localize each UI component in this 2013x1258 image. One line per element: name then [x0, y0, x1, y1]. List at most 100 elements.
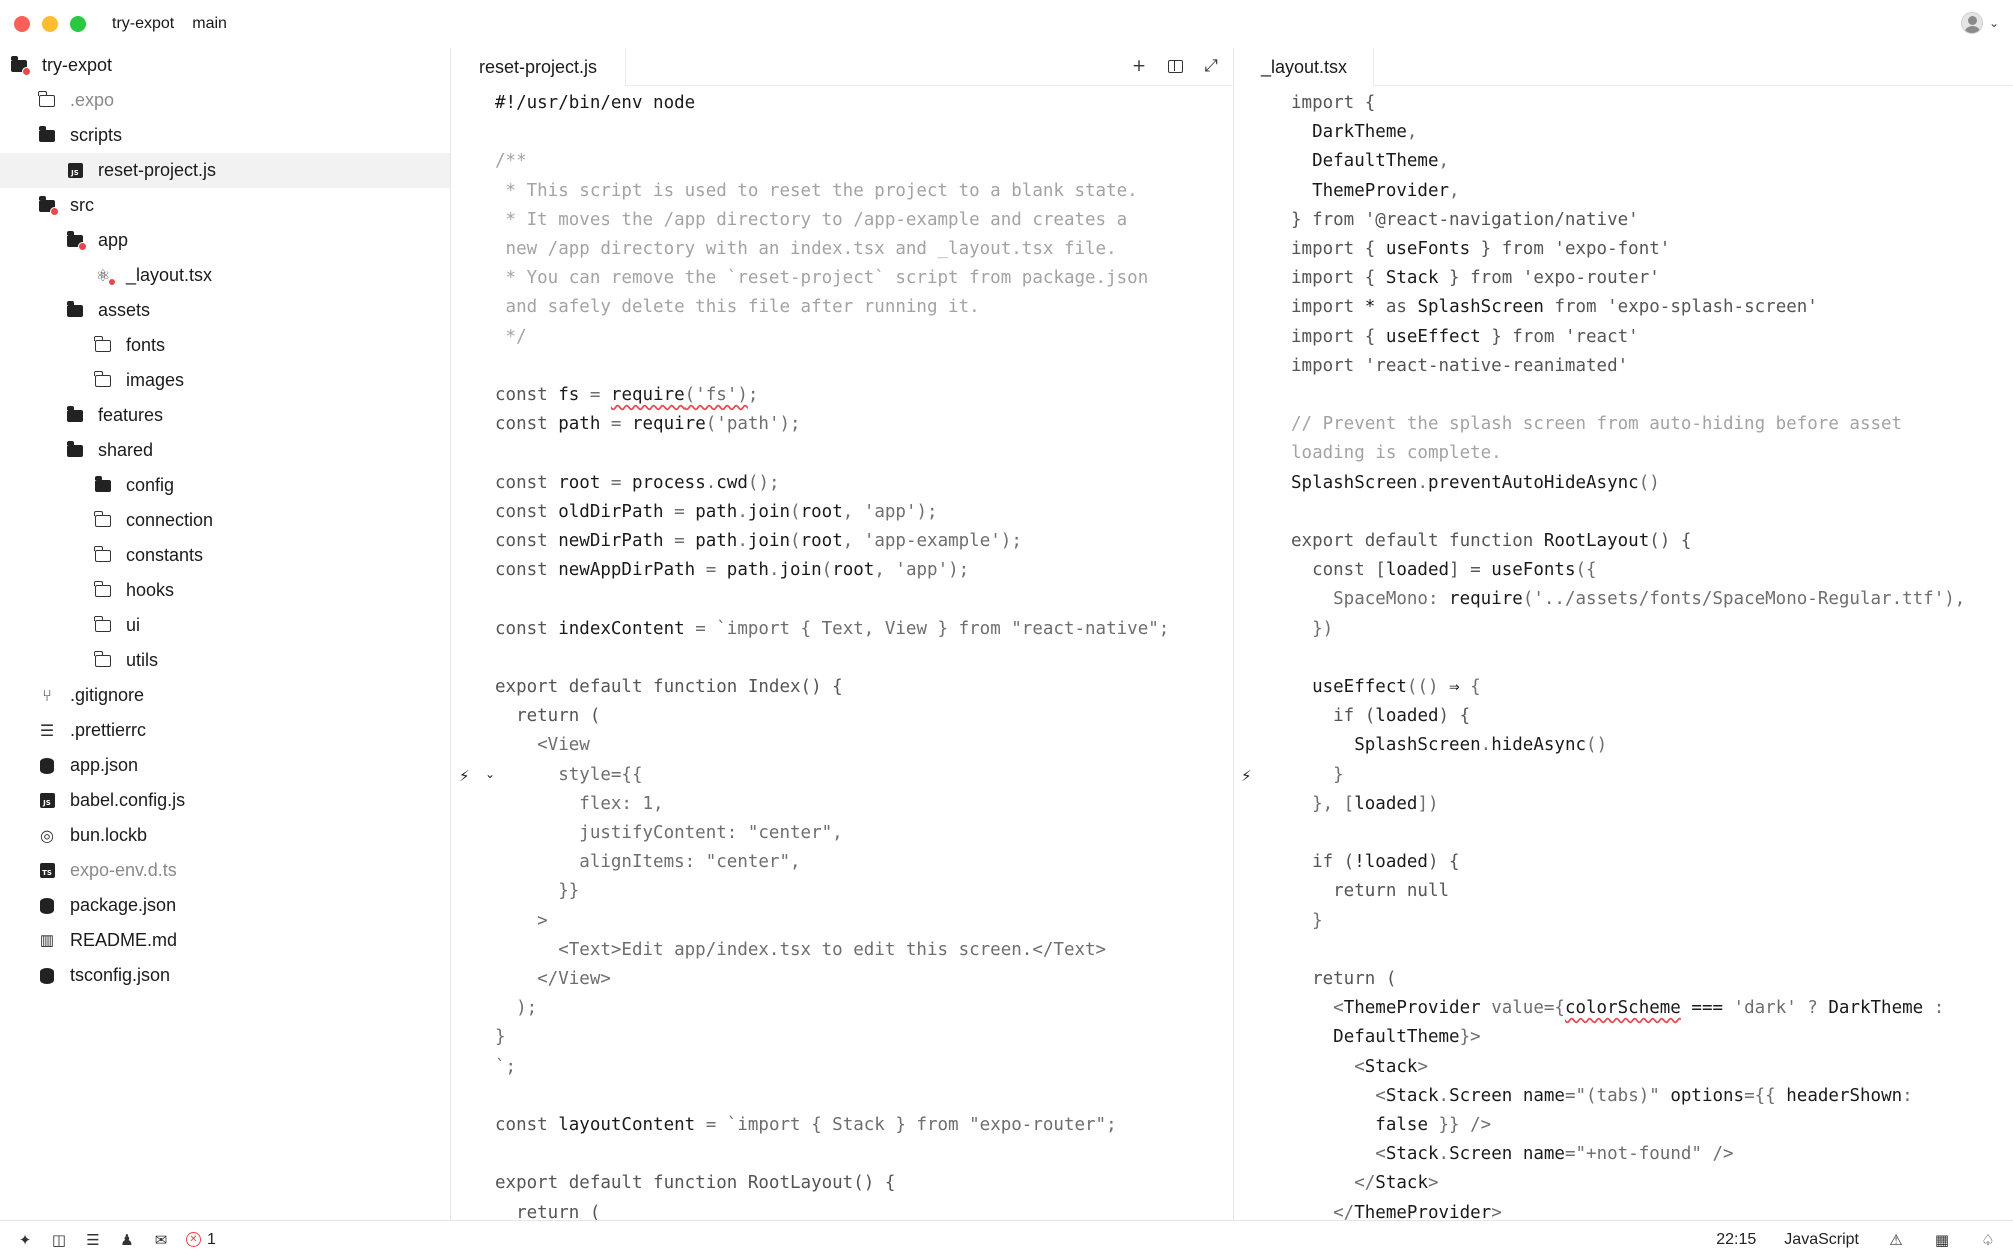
tree-item-label: try-expot — [42, 55, 113, 75]
tree-item[interactable]: app.json — [0, 748, 450, 783]
code-line: import 'react-native-reanimated' — [1291, 352, 1628, 381]
tree-item[interactable]: TS expo-env.d.ts — [0, 853, 450, 888]
lightning-icon[interactable]: ⚡ — [1241, 767, 1252, 785]
bell-icon[interactable]: ♤ — [1979, 1231, 1997, 1249]
project-name[interactable]: try-expot — [112, 15, 174, 33]
code-token: </ — [1291, 1202, 1355, 1220]
code-token: } from 'react' — [1480, 326, 1639, 347]
tree-item[interactable]: images — [0, 363, 450, 398]
tree-item[interactable]: constants — [0, 538, 450, 573]
chat-icon[interactable]: ✉ — [152, 1231, 170, 1249]
code-line: SplashScreen.preventAutoHideAsync() — [1291, 469, 1660, 498]
tree-item[interactable]: JS reset-project.js — [0, 153, 450, 188]
tree-item[interactable]: ui — [0, 608, 450, 643]
folder-open-icon — [38, 125, 56, 145]
code-token: }> — [1459, 1027, 1481, 1048]
code-line: const fs = require('fs'); — [495, 381, 758, 410]
fold-chevron-icon[interactable]: ⌄ — [485, 767, 495, 781]
code-line: */ — [495, 323, 527, 352]
tree-item[interactable]: src — [0, 188, 450, 223]
outline-icon[interactable]: ☰ — [84, 1231, 102, 1249]
code-token: = `import { Text, View } from "react-nat… — [684, 618, 1170, 639]
code-line: // Prevent the splash screen from auto-h… — [1291, 410, 1902, 439]
minimize-window-button[interactable] — [42, 16, 58, 32]
status-bar: ✦ ◫ ☰ ♟ ✉ ✕ 1 22:15 JavaScript ⚠ ▦ ♤ — [0, 1220, 2013, 1258]
tree-item-label: bun.lockb — [70, 825, 148, 845]
close-window-button[interactable] — [14, 16, 30, 32]
tree-item[interactable]: connection — [0, 503, 450, 538]
code-token: ( — [790, 531, 801, 551]
code-line: } — [1291, 761, 1344, 790]
code-token: Stack — [1385, 1085, 1439, 1106]
tree-item[interactable]: ⑂ .gitignore — [0, 678, 450, 713]
code-token: root — [800, 531, 843, 551]
code-token: useFonts — [1385, 239, 1471, 259]
lightning-icon[interactable]: ⚡ — [459, 767, 470, 785]
code-editor[interactable]: ⚡ ⌄ #!/usr/bin/env node /** * This script… — [451, 86, 1233, 1220]
code-line: const [loaded] = useFonts({ — [1291, 556, 1597, 585]
tab-layout[interactable]: _layout.tsx — [1235, 48, 1375, 86]
copilot-icon[interactable]: ⚠ — [1887, 1231, 1905, 1249]
tree-item[interactable]: JS babel.config.js — [0, 783, 450, 818]
tree-item[interactable]: hooks — [0, 573, 450, 608]
status-right: 22:15 JavaScript ⚠ ▦ ♤ — [1716, 1221, 1997, 1258]
tree-item[interactable]: package.json — [0, 888, 450, 923]
tree-item[interactable]: .expo — [0, 83, 450, 118]
code-line: import { useEffect } from 'react' — [1291, 323, 1639, 352]
code-token: </ — [1291, 1173, 1376, 1194]
code-token: { — [1459, 677, 1481, 697]
editor-pane-left: reset-project.js + ⤢ ⚡ ⌄ #!/usr/bin/env … — [451, 48, 1234, 1220]
tree-item[interactable]: ☰ .prettierrc — [0, 713, 450, 748]
code-token: }} /> — [1427, 1115, 1492, 1135]
tree-item[interactable]: scripts — [0, 118, 450, 153]
code-token: Stack — [1375, 1173, 1428, 1194]
cursor-position[interactable]: 22:15 — [1716, 1231, 1756, 1249]
settings-lines-icon: ☰ — [39, 721, 55, 740]
expand-icon[interactable]: ⤢ — [1201, 56, 1221, 76]
account-menu[interactable]: ⌄ — [1960, 12, 1999, 34]
panels-icon[interactable]: ◫ — [50, 1231, 68, 1249]
tree-item[interactable]: tsconfig.json — [0, 958, 450, 993]
tree-item[interactable]: assets — [0, 293, 450, 328]
tree-item[interactable]: shared — [0, 433, 450, 468]
tree-item[interactable]: try-expot — [0, 48, 450, 83]
code-token: require — [610, 385, 685, 405]
code-token: newAppDirPath — [558, 560, 696, 581]
code-line: > — [495, 907, 548, 936]
code-token: options — [1670, 1085, 1745, 1106]
sparkle-icon[interactable]: ✦ — [16, 1231, 34, 1249]
code-token: SplashScreen — [1291, 472, 1418, 493]
split-pane-icon[interactable] — [1165, 56, 1185, 76]
code-token: > — [1417, 1056, 1428, 1077]
tree-item[interactable]: ◎ bun.lockb — [0, 818, 450, 853]
code-token: ="+not-found" /> — [1564, 1144, 1734, 1165]
tab-label: _layout.tsx — [1261, 56, 1348, 77]
code-line: const newDirPath = path.join(root, 'app-… — [495, 527, 1022, 556]
code-token: , — [1449, 180, 1460, 201]
tab-reset-project[interactable]: reset-project.js — [451, 48, 627, 86]
avatar[interactable] — [1960, 12, 1983, 34]
tree-item[interactable]: utils — [0, 643, 450, 678]
terminal-icon[interactable]: ▦ — [1933, 1231, 1951, 1249]
code-token: ] = — [1449, 560, 1492, 581]
code-line: }, [loaded]) — [1291, 790, 1438, 819]
tree-item[interactable]: ▥ README.md — [0, 923, 450, 958]
code-editor[interactable]: ⚡ import { DarkTheme, DefaultTheme, Them… — [1235, 86, 2013, 1220]
maximize-window-button[interactable] — [70, 16, 86, 32]
code-token: * — [1364, 297, 1376, 318]
language-mode[interactable]: JavaScript — [1784, 1231, 1859, 1249]
tree-item[interactable]: features — [0, 398, 450, 433]
code-line: alignItems: "center", — [495, 848, 800, 877]
tree-item[interactable]: config — [0, 468, 450, 503]
folder-open-badge-icon — [38, 195, 59, 216]
tree-item[interactable]: ⚛ _layout.tsx — [0, 258, 450, 293]
pane-actions: + ⤢ — [1129, 56, 1221, 76]
folder-icon — [94, 370, 112, 390]
plus-icon[interactable]: + — [1129, 56, 1149, 76]
tree-item[interactable]: app — [0, 223, 450, 258]
people-icon[interactable]: ♟ — [118, 1231, 136, 1249]
json-file-icon — [38, 967, 56, 985]
error-count[interactable]: ✕ 1 — [186, 1231, 216, 1249]
tree-item[interactable]: fonts — [0, 328, 450, 363]
branch-name[interactable]: main — [192, 15, 227, 33]
